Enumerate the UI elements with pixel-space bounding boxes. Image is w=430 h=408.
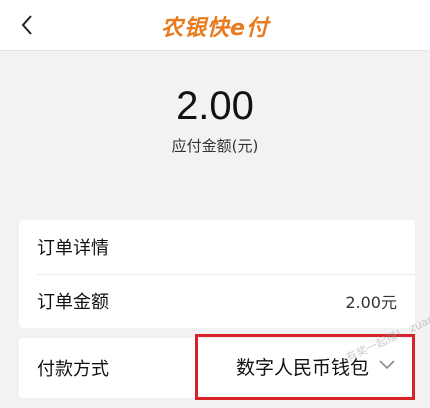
order-amount-value: 2.00元 <box>345 293 397 312</box>
payment-method-value: 数字人民币钱包 <box>236 357 370 379</box>
order-amount-label: 订单金额 <box>37 292 109 313</box>
order-details-label: 订单详情 <box>37 238 109 259</box>
payment-method-label: 付款方式 <box>37 359 109 380</box>
order-card: 订单详情 订单金额 2.00元 <box>19 220 415 328</box>
amount-section: 2.00 应付金额(元) <box>0 51 430 201</box>
payment-card: 付款方式 数字人民币钱包 <box>19 334 415 400</box>
order-amount-row: 订单金额 2.00元 <box>19 274 415 328</box>
order-details-row[interactable]: 订单详情 <box>19 220 415 274</box>
top-bar: 农银快e付 <box>0 0 430 51</box>
payable-amount: 2.00 <box>176 84 254 128</box>
payable-amount-label: 应付金额(元) <box>171 137 259 155</box>
chevron-down-icon <box>379 360 395 370</box>
payment-method-select[interactable]: 数字人民币钱包 <box>195 334 415 400</box>
brand-logo: 农银快e付 <box>161 16 269 41</box>
